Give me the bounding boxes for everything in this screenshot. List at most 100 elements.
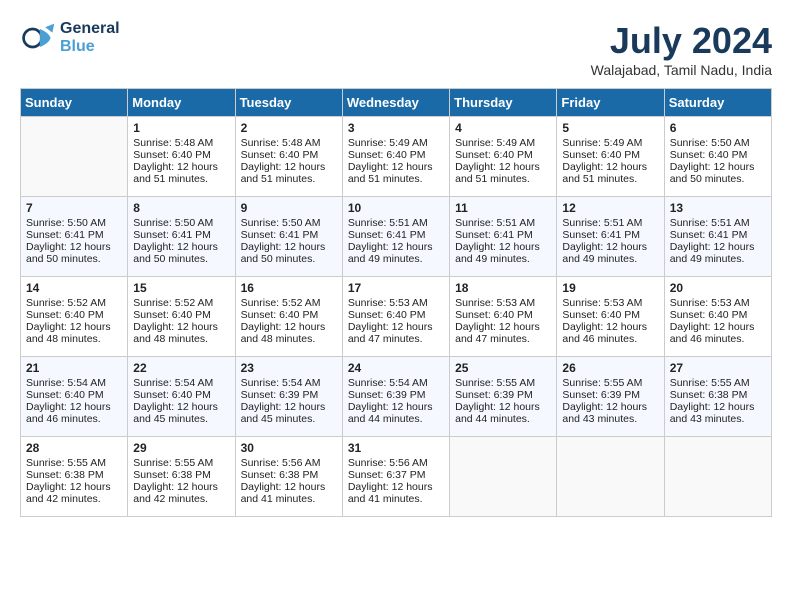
day-info-line: and 43 minutes. xyxy=(562,413,658,425)
day-info-line: Sunset: 6:40 PM xyxy=(348,309,444,321)
calendar-cell xyxy=(664,437,771,517)
page-header: General Blue July 2024 Walajabad, Tamil … xyxy=(20,20,772,78)
day-info-line: Sunrise: 5:54 AM xyxy=(26,377,122,389)
calendar-week-row: 21Sunrise: 5:54 AMSunset: 6:40 PMDayligh… xyxy=(21,357,772,437)
day-info-line: and 51 minutes. xyxy=(133,173,229,185)
day-info-line: Sunrise: 5:48 AM xyxy=(241,137,337,149)
day-info-line: Sunset: 6:39 PM xyxy=(241,389,337,401)
day-info-line: Daylight: 12 hours xyxy=(562,401,658,413)
day-info-line: Sunrise: 5:49 AM xyxy=(455,137,551,149)
weekday-header-tuesday: Tuesday xyxy=(235,89,342,117)
day-number: 9 xyxy=(241,201,337,215)
day-info-line: Daylight: 12 hours xyxy=(348,161,444,173)
day-info-line: Sunset: 6:39 PM xyxy=(348,389,444,401)
logo: General Blue xyxy=(20,20,120,56)
day-number: 2 xyxy=(241,121,337,135)
calendar-cell: 11Sunrise: 5:51 AMSunset: 6:41 PMDayligh… xyxy=(450,197,557,277)
day-info-line: Daylight: 12 hours xyxy=(26,481,122,493)
day-info-line: Sunrise: 5:49 AM xyxy=(348,137,444,149)
day-info-line: Sunset: 6:41 PM xyxy=(26,229,122,241)
day-info-line: Sunset: 6:40 PM xyxy=(241,149,337,161)
calendar-cell: 4Sunrise: 5:49 AMSunset: 6:40 PMDaylight… xyxy=(450,117,557,197)
day-number: 14 xyxy=(26,281,122,295)
day-info-line: Daylight: 12 hours xyxy=(133,401,229,413)
day-info-line: Sunrise: 5:53 AM xyxy=(670,297,766,309)
day-info-line: and 50 minutes. xyxy=(241,253,337,265)
day-info-line: and 49 minutes. xyxy=(455,253,551,265)
logo-icon xyxy=(20,20,56,56)
weekday-header-friday: Friday xyxy=(557,89,664,117)
calendar-cell: 16Sunrise: 5:52 AMSunset: 6:40 PMDayligh… xyxy=(235,277,342,357)
calendar-cell: 19Sunrise: 5:53 AMSunset: 6:40 PMDayligh… xyxy=(557,277,664,357)
calendar-cell: 29Sunrise: 5:55 AMSunset: 6:38 PMDayligh… xyxy=(128,437,235,517)
day-info-line: and 48 minutes. xyxy=(26,333,122,345)
day-number: 22 xyxy=(133,361,229,375)
day-number: 12 xyxy=(562,201,658,215)
day-info-line: Daylight: 12 hours xyxy=(455,241,551,253)
calendar-cell: 8Sunrise: 5:50 AMSunset: 6:41 PMDaylight… xyxy=(128,197,235,277)
day-number: 10 xyxy=(348,201,444,215)
calendar-cell: 6Sunrise: 5:50 AMSunset: 6:40 PMDaylight… xyxy=(664,117,771,197)
day-info-line: and 46 minutes. xyxy=(670,333,766,345)
calendar-cell xyxy=(450,437,557,517)
day-info-line: and 45 minutes. xyxy=(133,413,229,425)
day-number: 13 xyxy=(670,201,766,215)
day-info-line: Sunset: 6:40 PM xyxy=(241,309,337,321)
day-info-line: Sunset: 6:41 PM xyxy=(562,229,658,241)
day-number: 16 xyxy=(241,281,337,295)
day-info-line: and 51 minutes. xyxy=(562,173,658,185)
calendar-cell: 3Sunrise: 5:49 AMSunset: 6:40 PMDaylight… xyxy=(342,117,449,197)
day-info-line: Daylight: 12 hours xyxy=(133,241,229,253)
weekday-header-thursday: Thursday xyxy=(450,89,557,117)
day-info-line: Daylight: 12 hours xyxy=(241,401,337,413)
day-number: 5 xyxy=(562,121,658,135)
calendar-cell: 2 Sunrise: 5:48 AMSunset: 6:40 PMDaylight… xyxy=(235,117,342,197)
day-info-line: and 51 minutes. xyxy=(241,173,337,185)
day-number: 28 xyxy=(26,441,122,455)
day-info-line: Sunrise: 5:50 AM xyxy=(133,217,229,229)
day-info-line: Sunset: 6:40 PM xyxy=(670,309,766,321)
day-info-line: Sunrise: 5:52 AM xyxy=(241,297,337,309)
day-number: 29 xyxy=(133,441,229,455)
day-info-line: Daylight: 12 hours xyxy=(241,161,337,173)
day-info-line: Daylight: 12 hours xyxy=(562,321,658,333)
day-info-line: Daylight: 12 hours xyxy=(348,321,444,333)
day-info-line: and 49 minutes. xyxy=(562,253,658,265)
day-info-line: Sunset: 6:41 PM xyxy=(348,229,444,241)
calendar-cell: 5Sunrise: 5:49 AMSunset: 6:40 PMDaylight… xyxy=(557,117,664,197)
weekday-header-wednesday: Wednesday xyxy=(342,89,449,117)
day-info-line: Sunrise: 5:51 AM xyxy=(562,217,658,229)
calendar-header-row: SundayMondayTuesdayWednesdayThursdayFrid… xyxy=(21,89,772,117)
weekday-header-saturday: Saturday xyxy=(664,89,771,117)
day-number: 15 xyxy=(133,281,229,295)
day-number: 26 xyxy=(562,361,658,375)
day-info-line: and 50 minutes. xyxy=(26,253,122,265)
day-info-line: and 46 minutes. xyxy=(562,333,658,345)
calendar-cell: 12Sunrise: 5:51 AMSunset: 6:41 PMDayligh… xyxy=(557,197,664,277)
calendar-week-row: 7Sunrise: 5:50 AMSunset: 6:41 PMDaylight… xyxy=(21,197,772,277)
day-info-line: Sunrise: 5:49 AM xyxy=(562,137,658,149)
day-info-line: Sunset: 6:41 PM xyxy=(455,229,551,241)
day-info-line: Daylight: 12 hours xyxy=(26,321,122,333)
day-info-line: Sunrise: 5:53 AM xyxy=(348,297,444,309)
title-block: July 2024 Walajabad, Tamil Nadu, India xyxy=(591,20,772,78)
calendar-cell: 10Sunrise: 5:51 AMSunset: 6:41 PMDayligh… xyxy=(342,197,449,277)
day-number: 25 xyxy=(455,361,551,375)
day-info-line: Daylight: 12 hours xyxy=(455,401,551,413)
calendar-week-row: 14Sunrise: 5:52 AMSunset: 6:40 PMDayligh… xyxy=(21,277,772,357)
calendar-cell: 20Sunrise: 5:53 AMSunset: 6:40 PMDayligh… xyxy=(664,277,771,357)
day-info-line: Sunrise: 5:56 AM xyxy=(241,457,337,469)
calendar-cell: 26Sunrise: 5:55 AMSunset: 6:39 PMDayligh… xyxy=(557,357,664,437)
day-number: 6 xyxy=(670,121,766,135)
day-info-line: Daylight: 12 hours xyxy=(241,241,337,253)
day-info-line: Sunset: 6:40 PM xyxy=(348,149,444,161)
day-info-line: Daylight: 12 hours xyxy=(133,161,229,173)
day-info-line: Sunset: 6:39 PM xyxy=(455,389,551,401)
day-info-line: Sunset: 6:40 PM xyxy=(670,149,766,161)
calendar-cell: 18Sunrise: 5:53 AMSunset: 6:40 PMDayligh… xyxy=(450,277,557,357)
day-info-line: Daylight: 12 hours xyxy=(455,321,551,333)
day-info-line: Sunrise: 5:52 AM xyxy=(133,297,229,309)
weekday-header-monday: Monday xyxy=(128,89,235,117)
calendar-cell: 24Sunrise: 5:54 AMSunset: 6:39 PMDayligh… xyxy=(342,357,449,437)
day-info-line: and 41 minutes. xyxy=(241,493,337,505)
